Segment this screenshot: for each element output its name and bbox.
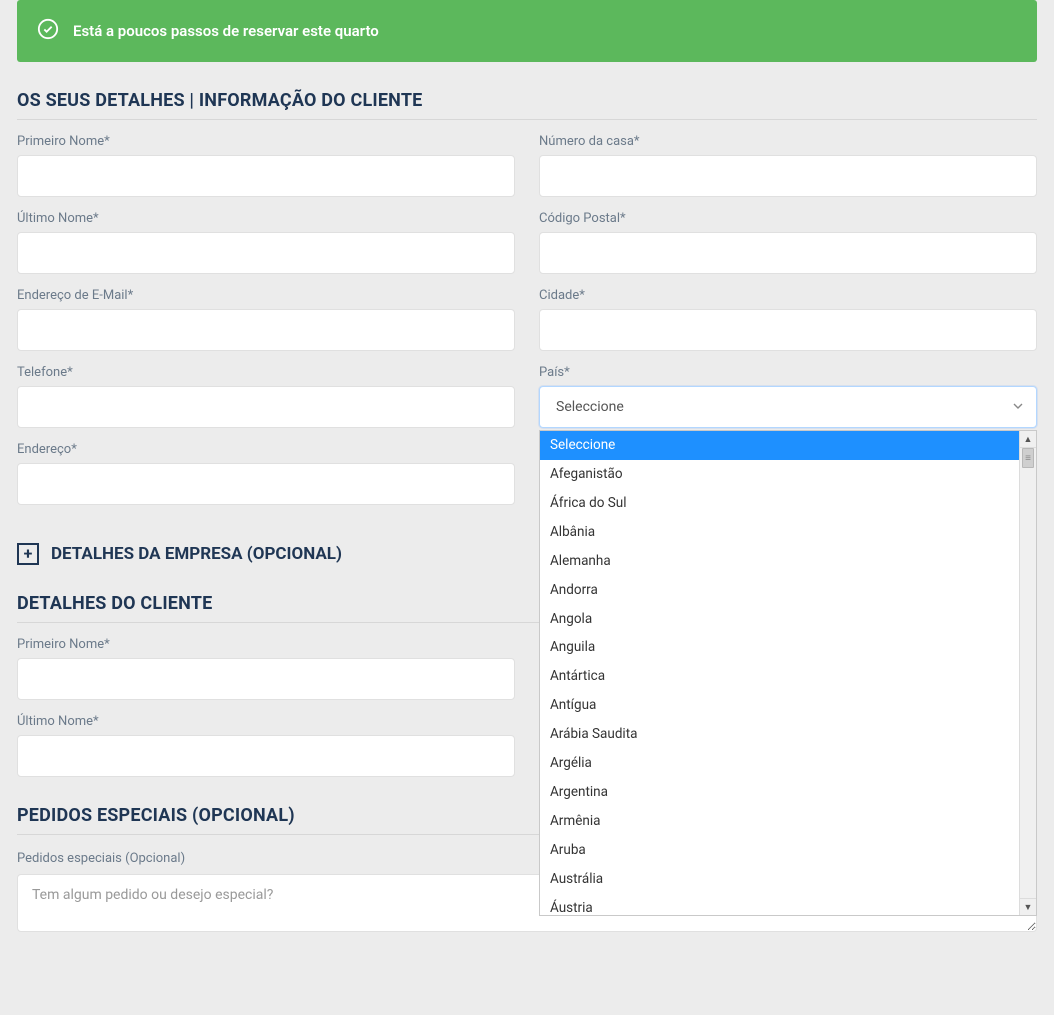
- country-option[interactable]: Albânia: [540, 518, 1019, 547]
- country-option[interactable]: Argentina: [540, 778, 1019, 807]
- city-label: Cidade*: [539, 288, 1037, 303]
- postal-code-label: Código Postal*: [539, 211, 1037, 226]
- house-number-input[interactable]: [539, 155, 1037, 197]
- scroll-up-button[interactable]: ▲: [1020, 431, 1036, 448]
- postal-code-input[interactable]: [539, 232, 1037, 274]
- country-option[interactable]: Afeganistão: [540, 460, 1019, 489]
- house-number-label: Número da casa*: [539, 134, 1037, 149]
- country-option[interactable]: Seleccione: [540, 431, 1019, 460]
- banner-message: Está a poucos passos de reservar este qu…: [73, 22, 379, 40]
- scroll-track[interactable]: ≡: [1020, 448, 1036, 898]
- client-first-name-label: Primeiro Nome*: [17, 637, 515, 652]
- country-option[interactable]: África do Sul: [540, 489, 1019, 518]
- city-input[interactable]: [539, 309, 1037, 351]
- plus-icon: +: [17, 543, 39, 565]
- check-circle-icon: [37, 18, 59, 44]
- country-option[interactable]: Argélia: [540, 749, 1019, 778]
- company-details-label: DETALHES DA EMPRESA (OPCIONAL): [51, 544, 342, 564]
- country-select[interactable]: Seleccione: [539, 386, 1037, 428]
- address-input[interactable]: [17, 463, 515, 505]
- section-your-details-title: OS SEUS DETALHES | INFORMAÇÃO DO CLIENTE: [17, 90, 1037, 120]
- country-option[interactable]: Alemanha: [540, 547, 1019, 576]
- country-option[interactable]: Antígua: [540, 691, 1019, 720]
- country-option[interactable]: Andorra: [540, 576, 1019, 605]
- last-name-label: Último Nome*: [17, 211, 515, 226]
- client-first-name-input[interactable]: [17, 658, 515, 700]
- scroll-thumb[interactable]: ≡: [1022, 448, 1034, 468]
- email-input[interactable]: [17, 309, 515, 351]
- country-option[interactable]: Armênia: [540, 807, 1019, 836]
- scroll-down-button[interactable]: ▼: [1020, 898, 1036, 915]
- phone-input[interactable]: [17, 386, 515, 428]
- country-option[interactable]: Arábia Saudita: [540, 720, 1019, 749]
- country-select-value: Seleccione: [556, 399, 624, 415]
- country-option[interactable]: Áustria: [540, 894, 1019, 915]
- dropdown-scrollbar[interactable]: ▲ ≡ ▼: [1019, 431, 1036, 915]
- country-option[interactable]: Anguila: [540, 633, 1019, 662]
- country-label: País*: [539, 365, 1037, 380]
- client-last-name-label: Último Nome*: [17, 714, 515, 729]
- country-option[interactable]: Antártica: [540, 662, 1019, 691]
- progress-banner: Está a poucos passos de reservar este qu…: [17, 0, 1037, 62]
- chevron-down-icon: [1013, 399, 1023, 415]
- client-last-name-input[interactable]: [17, 735, 515, 777]
- country-option[interactable]: Aruba: [540, 836, 1019, 865]
- email-label: Endereço de E-Mail*: [17, 288, 515, 303]
- first-name-label: Primeiro Nome*: [17, 134, 515, 149]
- phone-label: Telefone*: [17, 365, 515, 380]
- address-label: Endereço*: [17, 442, 515, 457]
- country-option[interactable]: Angola: [540, 605, 1019, 634]
- form-right-column: Número da casa* Código Postal* Cidade* P…: [539, 134, 1037, 519]
- first-name-input[interactable]: [17, 155, 515, 197]
- country-dropdown: SeleccioneAfeganistãoÁfrica do SulAlbâni…: [539, 430, 1037, 916]
- country-option[interactable]: Austrália: [540, 865, 1019, 894]
- form-left-column: Primeiro Nome* Último Nome* Endereço de …: [17, 134, 515, 519]
- last-name-input[interactable]: [17, 232, 515, 274]
